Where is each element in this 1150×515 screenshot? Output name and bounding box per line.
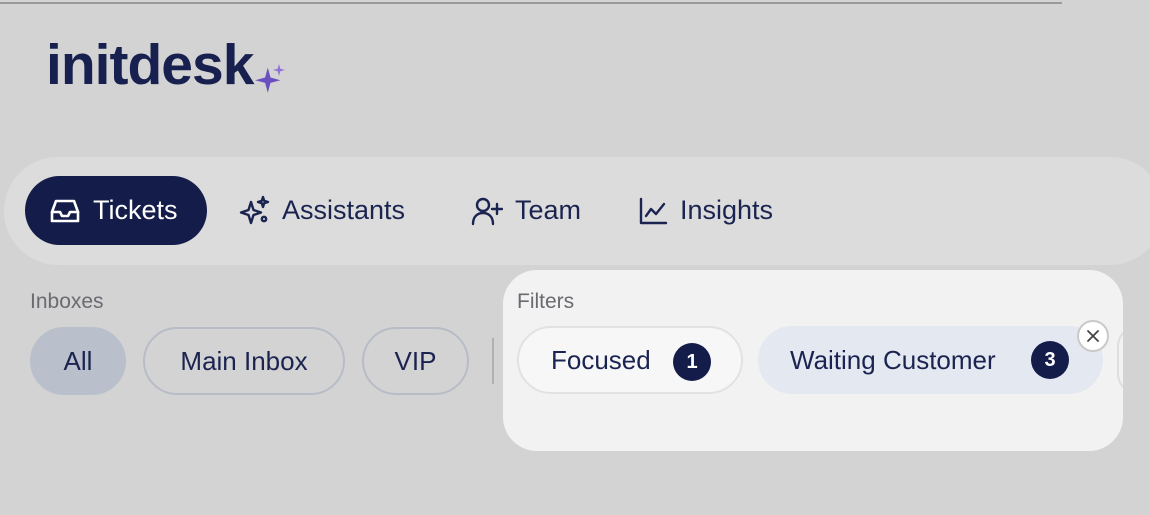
sparkles-icon [239, 195, 270, 224]
nav-item-tickets[interactable]: Tickets [25, 176, 207, 245]
filters-panel: Filters Focused 1 Waiting Customer 3 [503, 270, 1123, 451]
app-screen: initdesk Tickets Assistants Team Insight… [0, 0, 1150, 515]
inbox-chip-vip[interactable]: VIP [362, 327, 469, 395]
nav-item-team[interactable]: Team [471, 176, 581, 245]
nav-label-tickets: Tickets [93, 195, 178, 225]
remove-filter-button[interactable] [1077, 320, 1109, 352]
filter-chip-label: Waiting Customer [790, 344, 996, 375]
sparkle-logo-icon [255, 44, 286, 114]
inbox-icon [50, 199, 80, 222]
top-divider [0, 2, 1062, 4]
nav-label-insights: Insights [680, 195, 774, 225]
count-badge: 1 [673, 343, 711, 381]
line-chart-icon [639, 197, 668, 224]
main-navigation: Tickets Assistants Team Insights [4, 157, 1150, 265]
filters-label: Filters [517, 290, 575, 313]
nav-item-assistants[interactable]: Assistants [238, 176, 405, 245]
inbox-chip-main[interactable]: Main Inbox [143, 327, 345, 395]
brand-name: initdesk [46, 33, 254, 97]
brand-logo[interactable]: initdesk [46, 30, 286, 114]
filter-chip-overflow[interactable] [1117, 326, 1123, 394]
close-icon [1087, 330, 1099, 342]
filters-panel-clip: Filters Focused 1 Waiting Customer 3 [503, 270, 1123, 451]
inbox-chip-all[interactable]: All [30, 327, 126, 395]
nav-label-team: Team [515, 195, 582, 225]
user-plus-icon [471, 197, 503, 225]
nav-item-insights[interactable]: Insights [638, 176, 773, 245]
section-divider [492, 338, 494, 384]
filter-chip-waiting-customer[interactable]: Waiting Customer 3 [758, 326, 1103, 394]
inboxes-label: Inboxes [30, 290, 104, 313]
filter-chip-focused[interactable]: Focused 1 [517, 326, 743, 394]
filter-chip-label: Focused [551, 344, 651, 375]
count-badge: 3 [1031, 341, 1069, 379]
nav-label-assistants: Assistants [282, 195, 406, 225]
